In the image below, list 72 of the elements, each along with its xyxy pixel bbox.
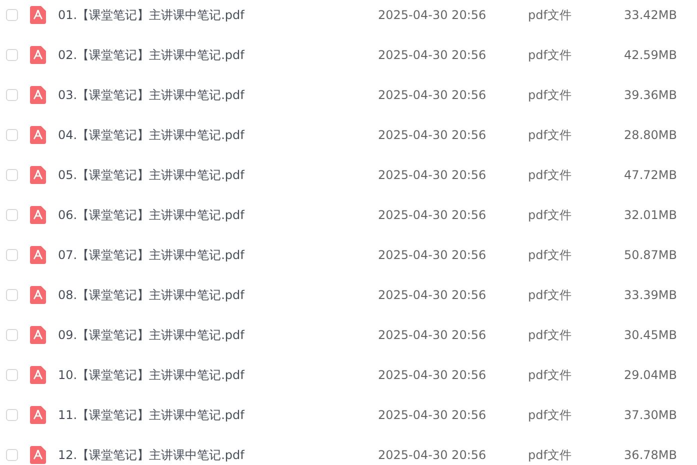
file-name[interactable]: 10.【课堂笔记】主讲课中笔记.pdf (58, 366, 378, 384)
file-size: 36.78MB (623, 448, 677, 462)
checkbox[interactable] (6, 9, 18, 21)
pdf-file-icon (30, 46, 46, 64)
file-size: 28.80MB (623, 128, 677, 142)
file-type: pdf文件 (528, 46, 572, 64)
file-type: pdf文件 (528, 366, 572, 384)
file-name[interactable]: 08.【课堂笔记】主讲课中笔记.pdf (58, 286, 378, 304)
modified-date: 2025-04-30 20:56 (378, 248, 488, 262)
file-type: pdf文件 (528, 406, 572, 424)
modified-date: 2025-04-30 20:56 (378, 328, 488, 342)
checkbox[interactable] (6, 369, 18, 381)
file-type: pdf文件 (528, 326, 572, 344)
modified-date: 2025-04-30 20:56 (378, 128, 488, 142)
file-name[interactable]: 04.【课堂笔记】主讲课中笔记.pdf (58, 126, 378, 144)
file-name[interactable]: 11.【课堂笔记】主讲课中笔记.pdf (58, 406, 378, 424)
checkbox[interactable] (6, 289, 18, 301)
pdf-file-icon (30, 326, 46, 344)
file-name[interactable]: 03.【课堂笔记】主讲课中笔记.pdf (58, 86, 378, 104)
file-size: 30.45MB (623, 328, 677, 342)
pdf-file-icon (30, 366, 46, 384)
modified-date: 2025-04-30 20:56 (378, 8, 488, 22)
file-size: 50.87MB (623, 248, 677, 262)
file-size: 42.59MB (623, 48, 677, 62)
pdf-file-icon (30, 126, 46, 144)
pdf-file-icon (30, 246, 46, 264)
modified-date: 2025-04-30 20:56 (378, 288, 488, 302)
checkbox[interactable] (6, 129, 18, 141)
file-type: pdf文件 (528, 206, 572, 224)
checkbox[interactable] (6, 169, 18, 181)
file-size: 32.01MB (623, 208, 677, 222)
file-type: pdf文件 (528, 286, 572, 304)
modified-date: 2025-04-30 20:56 (378, 368, 488, 382)
checkbox[interactable] (6, 89, 18, 101)
modified-date: 2025-04-30 20:56 (378, 408, 488, 422)
checkbox[interactable] (6, 209, 18, 221)
file-name[interactable]: 02.【课堂笔记】主讲课中笔记.pdf (58, 46, 378, 64)
file-type: pdf文件 (528, 446, 572, 464)
file-size: 29.04MB (623, 368, 677, 382)
file-type: pdf文件 (528, 6, 572, 24)
file-name[interactable]: 09.【课堂笔记】主讲课中笔记.pdf (58, 326, 378, 344)
modified-date: 2025-04-30 20:56 (378, 48, 488, 62)
file-name[interactable]: 05.【课堂笔记】主讲课中笔记.pdf (58, 166, 378, 184)
pdf-file-icon (30, 446, 46, 464)
checkbox[interactable] (6, 449, 18, 461)
file-type: pdf文件 (528, 126, 572, 144)
file-size: 33.39MB (623, 288, 677, 302)
modified-date: 2025-04-30 20:56 (378, 208, 488, 222)
file-size: 33.42MB (623, 8, 677, 22)
pdf-file-icon (30, 406, 46, 424)
modified-date: 2025-04-30 20:56 (378, 168, 488, 182)
file-name[interactable]: 01.【课堂笔记】主讲课中笔记.pdf (58, 6, 378, 24)
file-size: 39.36MB (623, 88, 677, 102)
checkbox[interactable] (6, 329, 18, 341)
file-type: pdf文件 (528, 166, 572, 184)
checkbox[interactable] (6, 409, 18, 421)
modified-date: 2025-04-30 20:56 (378, 448, 488, 462)
file-type: pdf文件 (528, 86, 572, 104)
file-name[interactable]: 12.【课堂笔记】主讲课中笔记.pdf (58, 446, 378, 464)
pdf-file-icon (30, 86, 46, 104)
modified-date: 2025-04-30 20:56 (378, 88, 488, 102)
pdf-file-icon (30, 6, 46, 24)
file-name[interactable]: 07.【课堂笔记】主讲课中笔记.pdf (58, 246, 378, 264)
pdf-file-icon (30, 286, 46, 304)
file-name[interactable]: 06.【课堂笔记】主讲课中笔记.pdf (58, 206, 378, 224)
file-type: pdf文件 (528, 246, 572, 264)
checkbox[interactable] (6, 49, 18, 61)
pdf-file-icon (30, 166, 46, 184)
pdf-file-icon (30, 206, 46, 224)
checkbox[interactable] (6, 249, 18, 261)
file-size: 47.72MB (623, 168, 677, 182)
file-size: 37.30MB (623, 408, 677, 422)
